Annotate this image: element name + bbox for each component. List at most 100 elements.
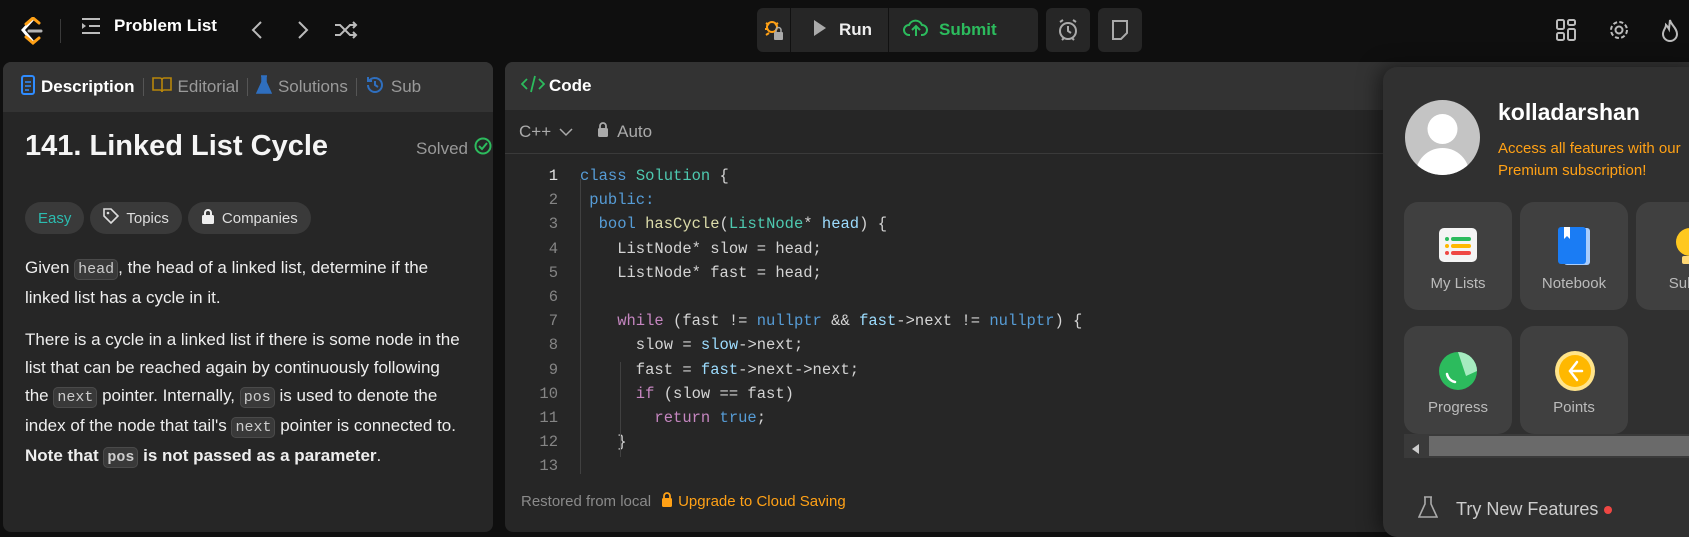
tab-label: Sub	[390, 77, 422, 96]
code-token: ListNode* fast = head;	[580, 263, 822, 282]
inline-code: pos	[103, 447, 139, 468]
progress-card[interactable]: Progress	[1404, 326, 1512, 434]
run-submit-group: Run Submit	[757, 8, 1038, 52]
avatar[interactable]	[1405, 100, 1480, 175]
line-number: 9	[548, 360, 558, 379]
tab-label: Solutions	[277, 77, 348, 96]
timer-alarm-icon[interactable]	[1046, 8, 1090, 52]
divider	[60, 19, 61, 43]
line-number: 13	[539, 457, 558, 476]
my-lists-card[interactable]: My Lists	[1404, 202, 1512, 310]
code-token: {	[719, 167, 729, 185]
username[interactable]: kolladarshan	[1498, 99, 1640, 126]
code-line: fast = fast->next->next;	[580, 361, 859, 379]
text-segment: Note that	[25, 446, 104, 465]
card-label: Progress	[1427, 399, 1489, 416]
tab-solutions[interactable]: Solutions	[248, 74, 356, 100]
difficulty-badge: Easy	[25, 202, 85, 234]
code-brackets-icon	[520, 75, 546, 98]
code-token: nullptr	[989, 312, 1055, 331]
code-line: return true;	[580, 409, 766, 427]
premium-promo-line: Premium subscription!	[1498, 162, 1647, 179]
code-line: ListNode* slow = head;	[580, 240, 822, 258]
premium-promo-link[interactable]: Access all features with our Premium sub…	[1498, 138, 1681, 182]
mode-label: Auto	[617, 121, 653, 141]
streak-fire-icon[interactable]	[1658, 16, 1682, 44]
debug-locked-icon[interactable]	[757, 8, 791, 52]
play-icon	[813, 19, 827, 42]
tab-label: Editorial	[177, 77, 239, 96]
note-icon[interactable]	[1098, 8, 1142, 52]
indent-guide	[620, 362, 621, 457]
list-icon	[1438, 226, 1478, 266]
code-line: class Solution {	[580, 167, 729, 185]
line-number: 8	[548, 336, 558, 355]
progress-pie-icon	[1438, 350, 1478, 390]
flask-icon	[255, 74, 273, 100]
code-token: ->next;	[738, 336, 804, 355]
points-card[interactable]: Points	[1520, 326, 1628, 434]
code-line: ListNode* fast = head;	[580, 264, 822, 282]
code-token: (	[719, 215, 729, 234]
inline-code: pos	[239, 387, 275, 408]
code-token: slow =	[580, 336, 701, 355]
premium-promo-line: Access all features with our	[1498, 140, 1681, 157]
tag-icon	[103, 208, 120, 228]
text-segment: .	[376, 446, 382, 465]
problem-description: Given head, the head of a linked list, d…	[3, 254, 483, 486]
scrollbar-thumb[interactable]	[1429, 436, 1689, 456]
check-circle-icon	[474, 137, 492, 160]
next-problem-chevron-right-icon[interactable]	[290, 17, 316, 43]
horizontal-scrollbar[interactable]	[1404, 434, 1689, 458]
code-token: public:	[580, 191, 655, 210]
editor-footer: Restored from local Upgrade to Cloud Sav…	[521, 492, 846, 511]
code-token: while	[580, 312, 674, 331]
notebook-card[interactable]: Notebook	[1520, 202, 1628, 310]
topics-button[interactable]: Topics	[90, 202, 182, 234]
leetcode-logo-icon[interactable]	[16, 16, 46, 46]
card-label: Notebook	[1541, 275, 1607, 292]
code-token: *	[803, 215, 822, 234]
line-number: 6	[548, 288, 558, 306]
submissions-card[interactable]: Submi	[1636, 202, 1689, 310]
document-icon	[21, 74, 35, 100]
tab-submissions[interactable]: Sub	[357, 75, 429, 100]
run-button[interactable]: Run	[791, 8, 890, 52]
upgrade-cloud-saving-link[interactable]: Upgrade to Cloud Saving	[661, 492, 846, 511]
scroll-left-arrow-icon[interactable]	[1412, 441, 1420, 459]
tab-description[interactable]: Description	[21, 74, 143, 100]
cloud-upload-icon	[903, 18, 929, 43]
solved-label: Solved	[416, 138, 468, 158]
problem-title: 141. Linked List Cycle	[25, 130, 329, 162]
text-segment: Given	[25, 258, 75, 277]
card-label: Submi	[1668, 275, 1689, 292]
tab-editorial[interactable]: Editorial	[144, 76, 247, 99]
tab-code[interactable]: Code	[520, 75, 592, 98]
language-label: C++	[519, 121, 552, 141]
code-editor[interactable]: 1 class Solution {2 public: 3 bool hasCycl…	[505, 167, 1405, 527]
code-token: fast =	[580, 360, 701, 379]
history-icon	[365, 75, 385, 100]
code-token: ) {	[1054, 312, 1083, 331]
prev-problem-chevron-left-icon[interactable]	[244, 17, 270, 43]
lock-icon	[597, 121, 609, 142]
code-token: ) {	[859, 215, 888, 234]
submit-label: Submit	[939, 20, 997, 39]
language-select[interactable]: C++	[519, 122, 573, 142]
flask-icon	[1417, 496, 1439, 523]
line-number: 11	[539, 409, 558, 427]
submit-button[interactable]: Submit	[889, 8, 1011, 52]
layout-grid-icon[interactable]	[1554, 18, 1578, 42]
line-number: 12	[539, 433, 558, 452]
companies-button[interactable]: Companies	[187, 202, 311, 234]
auto-mode-toggle[interactable]: Auto	[597, 122, 652, 142]
settings-gear-icon[interactable]	[1607, 18, 1631, 42]
line-number: 4	[548, 239, 558, 258]
problem-list-button[interactable]: Problem List	[80, 16, 217, 36]
code-token: ListNode* slow = head;	[580, 239, 822, 258]
try-new-features-item[interactable]: Try New Features	[1417, 496, 1613, 523]
shuffle-icon[interactable]	[332, 17, 360, 43]
code-token: fast	[700, 360, 739, 379]
code-token: (slow == fast)	[663, 384, 794, 403]
code-token: return	[580, 409, 720, 427]
